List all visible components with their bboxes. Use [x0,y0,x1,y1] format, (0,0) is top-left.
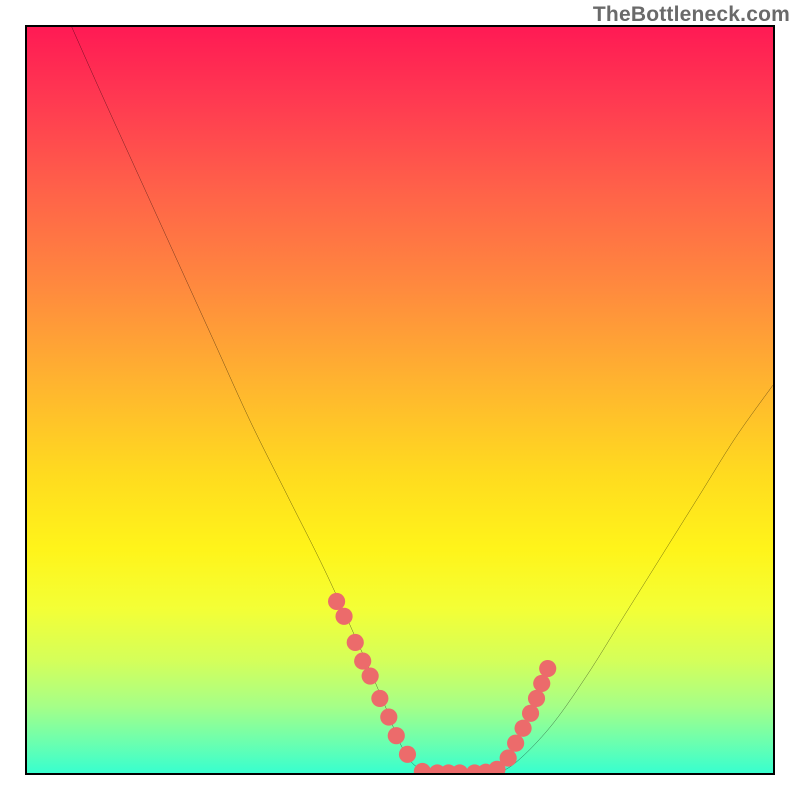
data-marker [528,690,545,707]
plot-frame [25,25,775,775]
data-marker [328,593,345,610]
data-marker [539,660,556,677]
chart-stage: TheBottleneck.com [0,0,800,800]
data-marker [533,675,550,692]
data-marker [522,705,539,722]
data-marker [335,608,352,625]
curve-layer [27,27,773,773]
data-marker [362,667,379,684]
data-marker [354,653,371,670]
data-marker [380,708,397,725]
data-marker [414,763,431,773]
marker-group [328,593,556,773]
data-marker [399,746,416,763]
data-marker [451,764,468,773]
watermark-text: TheBottleneck.com [593,3,790,27]
data-marker [500,750,517,767]
data-marker [347,634,364,651]
data-marker [507,735,524,752]
bottleneck-curve [72,27,773,773]
data-marker [515,720,532,737]
data-marker [388,727,405,744]
data-marker [371,690,388,707]
